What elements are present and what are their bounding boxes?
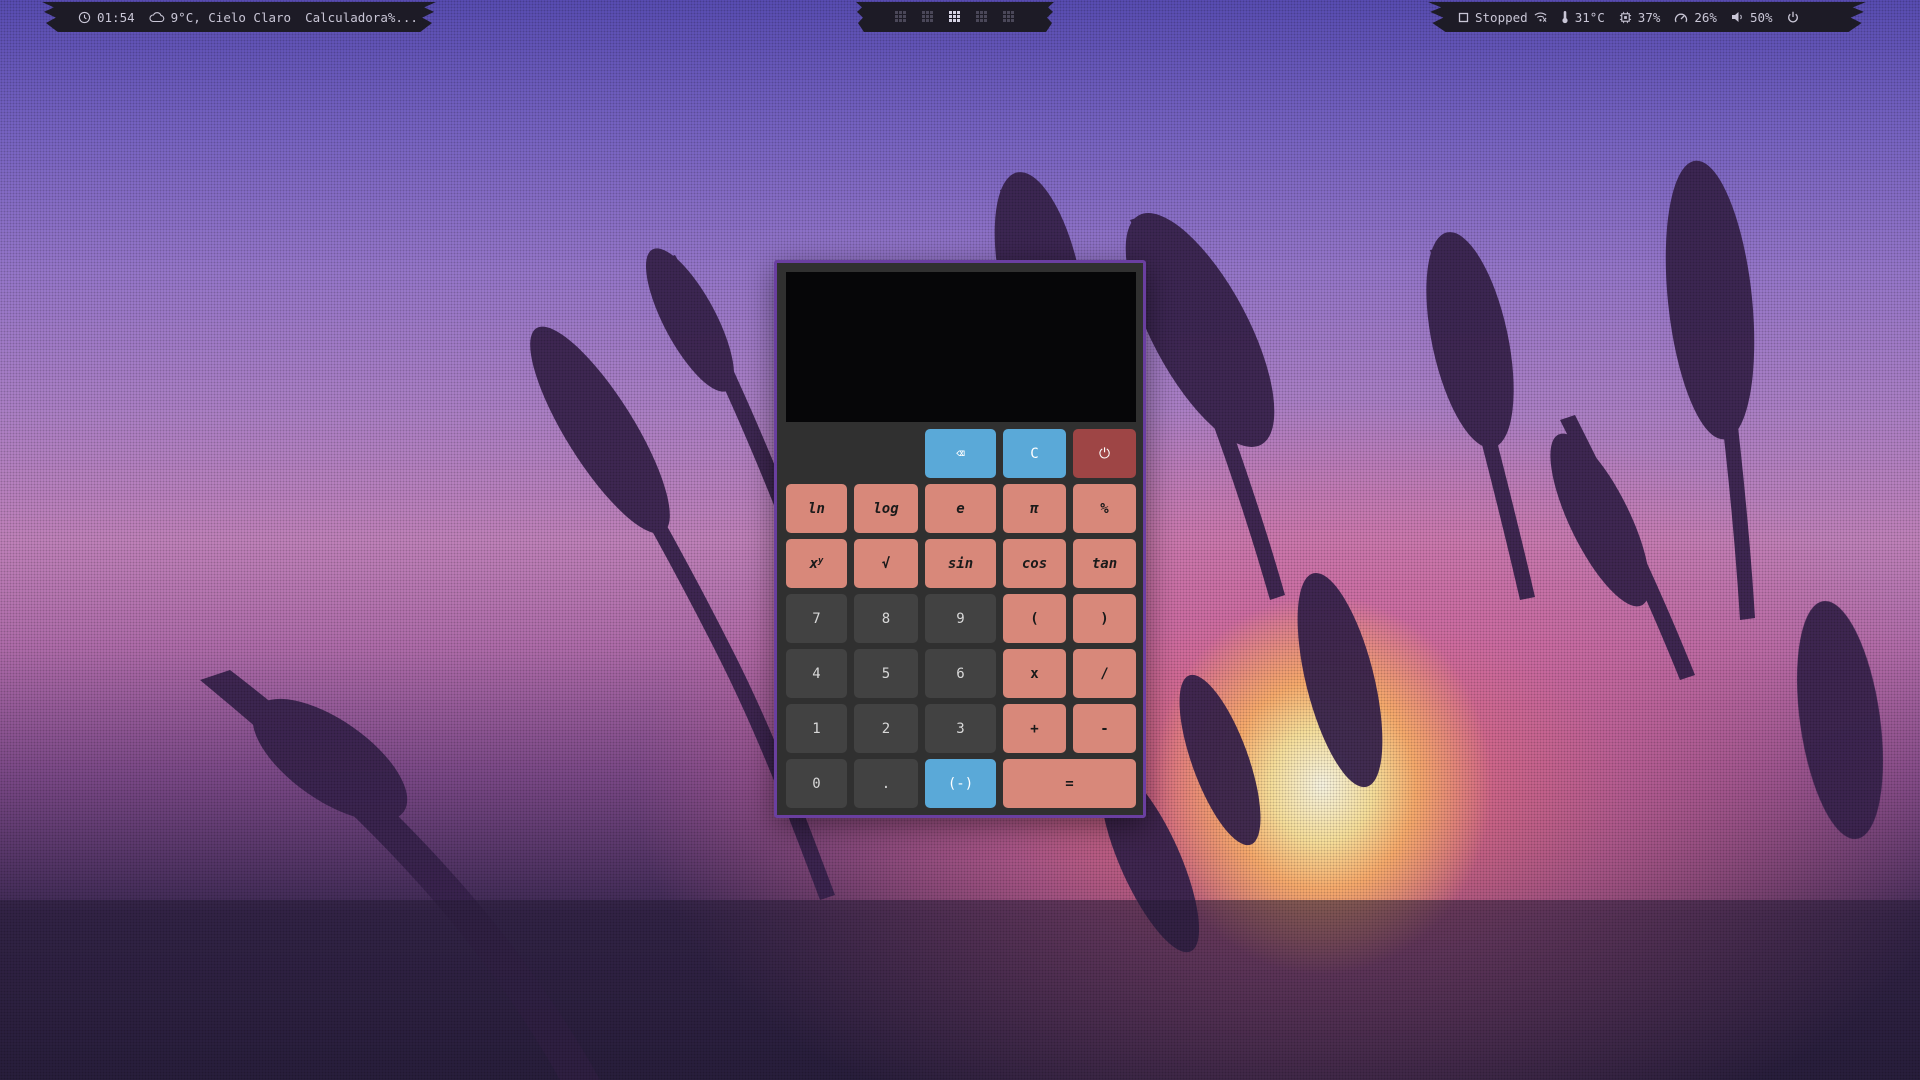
digit-5-button[interactable]: 5 xyxy=(854,649,918,698)
minus-button[interactable]: - xyxy=(1073,704,1136,753)
sin-button[interactable]: sin xyxy=(925,539,996,588)
workspace-4[interactable] xyxy=(976,11,988,23)
power-exponent-label: y xyxy=(818,555,824,566)
digit-2-button[interactable]: 2 xyxy=(854,704,918,753)
left-paren-button[interactable]: ( xyxy=(1003,594,1066,643)
cpu-icon xyxy=(1619,11,1632,24)
window-title-text: Calculadora%... xyxy=(305,9,418,25)
power-icon xyxy=(1787,11,1799,23)
square-stop-icon xyxy=(1458,12,1469,23)
cpu-value: 37% xyxy=(1637,9,1661,25)
volume-widget[interactable]: 50% xyxy=(1731,10,1773,25)
plus-button[interactable]: + xyxy=(1003,704,1066,753)
memory-value: 26% xyxy=(1694,9,1717,25)
thermometer-icon xyxy=(1561,10,1569,24)
workspace-5[interactable] xyxy=(1003,11,1015,23)
digit-4-button[interactable]: 4 xyxy=(786,649,847,698)
workspace-3-active[interactable] xyxy=(949,11,961,23)
temperature-widget[interactable]: 31°C xyxy=(1561,10,1605,25)
clock-icon xyxy=(78,11,91,24)
clock-time: 01:54 xyxy=(97,9,135,25)
digit-1-button[interactable]: 1 xyxy=(786,704,847,753)
digit-3-button[interactable]: 3 xyxy=(925,704,996,753)
negate-button[interactable]: (-) xyxy=(925,759,996,808)
top-bar-left: 01:54 9°C, Cielo Claro Calculadora%... xyxy=(42,2,436,32)
ln-button[interactable]: ln xyxy=(786,484,847,533)
workspace-1[interactable] xyxy=(895,11,907,23)
clock-widget[interactable]: 01:54 xyxy=(78,10,135,25)
e-button[interactable]: e xyxy=(925,484,996,533)
power-menu-button[interactable] xyxy=(1787,11,1799,23)
workspace-bar xyxy=(856,2,1054,32)
volume-value: 50% xyxy=(1749,9,1773,25)
log-button[interactable]: log xyxy=(854,484,918,533)
equals-button[interactable]: = xyxy=(1003,759,1136,808)
calculator-window[interactable]: ⌫ C ⏻ ln log e π % xy √ sin cos tan 7 8 … xyxy=(774,260,1146,818)
cpu-widget[interactable]: 37% xyxy=(1619,9,1661,25)
weather-text: 9°C, Cielo Claro xyxy=(170,9,292,25)
media-widget[interactable]: Stopped xyxy=(1458,10,1547,25)
power-off-button[interactable]: ⏻ xyxy=(1073,429,1136,478)
speaker-icon xyxy=(1731,11,1744,23)
backspace-button[interactable]: ⌫ xyxy=(925,429,996,478)
top-bar-right: Stopped 31°C 37% 26% 50% xyxy=(1428,2,1866,32)
media-status: Stopped xyxy=(1475,9,1528,25)
gauge-icon xyxy=(1674,11,1688,24)
digit-6-button[interactable]: 6 xyxy=(925,649,996,698)
memory-widget[interactable]: 26% xyxy=(1674,10,1717,25)
multiply-button[interactable]: x xyxy=(1003,649,1066,698)
digit-0-button[interactable]: 0 xyxy=(786,759,847,808)
tan-button[interactable]: tan xyxy=(1073,539,1136,588)
right-paren-button[interactable]: ) xyxy=(1073,594,1136,643)
pi-button[interactable]: π xyxy=(1003,484,1066,533)
weather-widget[interactable]: 9°C, Cielo Claro xyxy=(149,10,291,25)
digit-7-button[interactable]: 7 xyxy=(786,594,847,643)
cos-button[interactable]: cos xyxy=(1003,539,1066,588)
clear-button[interactable]: C xyxy=(1003,429,1066,478)
wifi-off-icon xyxy=(1534,11,1547,23)
calculator-display xyxy=(786,272,1136,422)
digit-8-button[interactable]: 8 xyxy=(854,594,918,643)
divide-button[interactable]: / xyxy=(1073,649,1136,698)
digit-9-button[interactable]: 9 xyxy=(925,594,996,643)
cloud-icon xyxy=(149,11,165,23)
workspace-2[interactable] xyxy=(922,11,934,23)
power-xy-button[interactable]: xy xyxy=(786,539,847,588)
decimal-point-button[interactable]: . xyxy=(854,759,918,808)
window-title: Calculadora%... xyxy=(305,10,418,25)
percent-button[interactable]: % xyxy=(1073,484,1136,533)
temperature-value: 31°C xyxy=(1574,9,1605,25)
sqrt-button[interactable]: √ xyxy=(854,539,918,588)
power-base-label: x xyxy=(809,555,818,572)
